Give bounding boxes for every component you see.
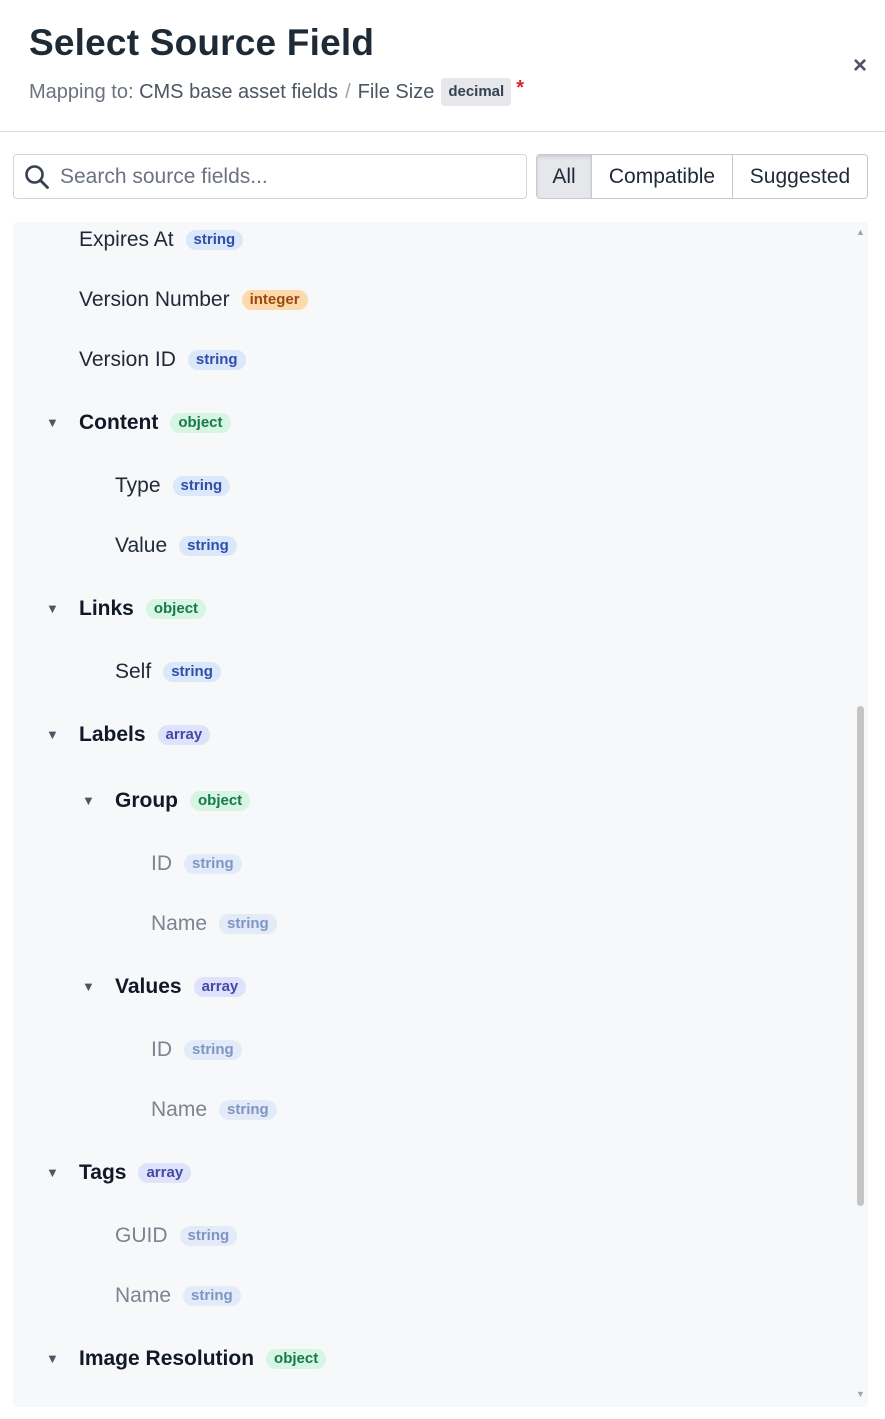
caret-down-icon[interactable]: ▼ — [46, 1352, 59, 1365]
type-badge-string: string — [179, 1226, 238, 1246]
filter-suggested-button[interactable]: Suggested — [732, 155, 867, 198]
group-label: Group — [115, 789, 178, 812]
field-label: ID — [151, 1038, 172, 1061]
type-badge-array: array — [138, 1163, 192, 1183]
tree-row-group-name: Name string — [151, 904, 277, 944]
field-label: Version Number — [79, 288, 230, 311]
group-label: Tags — [79, 1161, 127, 1184]
caret-down-icon[interactable]: ▼ — [46, 728, 59, 741]
tree-row-links-self[interactable]: Self string — [115, 652, 221, 692]
type-badge-array: array — [157, 725, 211, 745]
search-input[interactable] — [60, 164, 500, 189]
tree-row-tags-name: Name string — [115, 1276, 241, 1316]
field-label: ID — [151, 852, 172, 875]
target-field-type-badge: decimal — [441, 78, 512, 106]
required-indicator: * — [516, 76, 524, 99]
filter-all-button[interactable]: All — [537, 155, 591, 198]
tree-group-labels[interactable]: ▼ Labels array — [46, 715, 211, 755]
field-label: Name — [115, 1284, 172, 1307]
field-label: Expires At — [79, 228, 174, 251]
field-label: Version ID — [79, 348, 176, 371]
tree-row-version-number[interactable]: Version Number integer — [79, 280, 308, 320]
type-badge-object: object — [145, 599, 207, 619]
search-icon — [25, 164, 49, 189]
tree-row-values-name: Name string — [151, 1090, 277, 1130]
target-field-name: File Size — [357, 80, 435, 103]
tree-group-labels-values[interactable]: ▼ Values array — [82, 967, 247, 1007]
dialog-title: Select Source Field — [29, 22, 375, 63]
caret-down-icon[interactable]: ▼ — [46, 1166, 59, 1179]
tree-row-version-id[interactable]: Version ID string — [79, 340, 246, 380]
group-label: Labels — [79, 723, 146, 746]
type-badge-string: string — [219, 914, 277, 934]
type-badge-array: array — [193, 977, 247, 997]
caret-down-icon[interactable]: ▼ — [82, 794, 95, 807]
type-badge-object: object — [170, 413, 231, 433]
field-label: Value — [115, 534, 168, 557]
group-label: Values — [115, 975, 182, 998]
filter-compatible-button[interactable]: Compatible — [591, 155, 732, 198]
type-badge-string: string — [185, 230, 244, 250]
tree-group-image-resolution[interactable]: ▼ Image Resolution object — [46, 1339, 327, 1379]
tree-group-content[interactable]: ▼ Content object — [46, 403, 231, 443]
tree-row-values-id: ID string — [151, 1030, 242, 1070]
group-label: Content — [79, 411, 159, 434]
tree-row-group-id: ID string — [151, 844, 242, 884]
caret-down-icon[interactable]: ▼ — [46, 416, 59, 429]
field-label: Name — [151, 912, 208, 935]
dialog-header: Select Source Field Mapping to: CMS base… — [0, 0, 885, 132]
tree-group-links[interactable]: ▼ Links object — [46, 589, 207, 629]
mapping-prefix: Mapping to: — [29, 80, 134, 103]
tree-row-content-type[interactable]: Type string — [115, 466, 231, 506]
source-field-tree[interactable]: Expires At string Version Number integer V… — [13, 222, 868, 1407]
type-badge-string: string — [184, 854, 242, 874]
field-label: Name — [151, 1098, 208, 1121]
scrollbar-thumb[interactable] — [857, 706, 864, 1206]
scroll-down-arrow-icon[interactable]: ▼ — [856, 1389, 865, 1399]
type-badge-string: string — [163, 662, 221, 682]
search-box[interactable] — [13, 154, 527, 199]
type-badge-integer: integer — [241, 290, 308, 310]
tree-group-labels-group[interactable]: ▼ Group object — [82, 781, 251, 821]
tree-row-expires-at[interactable]: Expires At string — [79, 222, 244, 260]
type-badge-string: string — [219, 1100, 277, 1120]
mapping-target: Mapping to: CMS base asset fields / File S… — [29, 76, 524, 106]
type-badge-object: object — [266, 1349, 327, 1369]
field-label: Self — [115, 660, 152, 683]
caret-down-icon[interactable]: ▼ — [82, 980, 95, 993]
scroll-up-arrow-icon[interactable]: ▲ — [856, 227, 865, 237]
tree-row-tags-guid: GUID string — [115, 1216, 238, 1256]
caret-down-icon[interactable]: ▼ — [46, 602, 59, 615]
tree-group-tags[interactable]: ▼ Tags array — [46, 1153, 192, 1193]
type-badge-string: string — [183, 1286, 241, 1306]
path-separator: / — [345, 80, 351, 103]
type-badge-string: string — [187, 350, 246, 370]
type-badge-string: string — [184, 1040, 242, 1060]
field-label: Type — [115, 474, 161, 497]
filter-segmented-control: All Compatible Suggested — [536, 154, 868, 199]
group-label: Image Resolution — [79, 1347, 255, 1370]
close-icon[interactable]: × — [848, 52, 872, 80]
group-label: Links — [79, 597, 134, 620]
target-path-root: CMS base asset fields — [139, 80, 339, 103]
field-label: GUID — [115, 1224, 168, 1247]
type-badge-string: string — [172, 476, 231, 496]
tree-row-content-value[interactable]: Value string — [115, 526, 237, 566]
type-badge-string: string — [179, 536, 237, 556]
type-badge-object: object — [190, 791, 251, 811]
